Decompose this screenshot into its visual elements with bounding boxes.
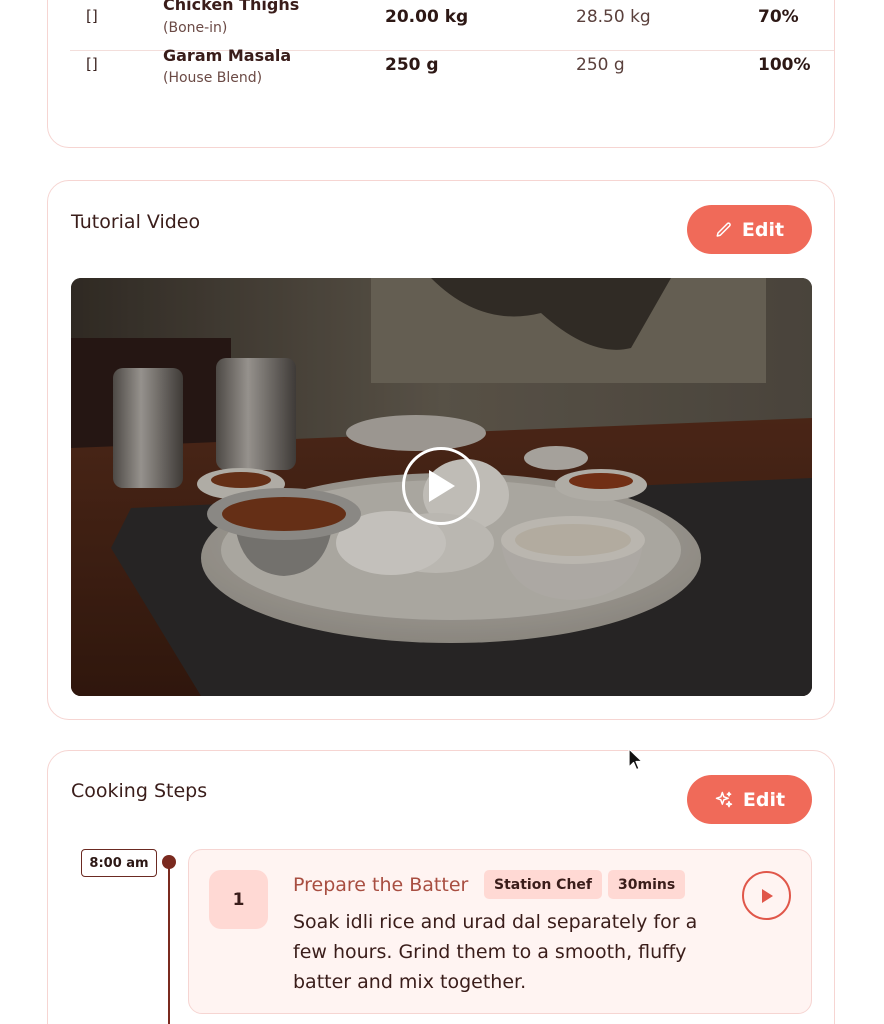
mouse-cursor-icon [628, 748, 643, 771]
timeline-line [168, 865, 170, 1024]
ingredient-planned-qty: 250 g [385, 55, 439, 75]
ingredient-row: [] Garam Masala (House Blend) 250 g 250 … [70, 46, 834, 149]
pencil-icon [716, 221, 731, 237]
steps-edit-label: Edit [742, 788, 786, 811]
ingredient-percent: 100% [758, 55, 811, 75]
tutorial-video[interactable] [71, 278, 812, 696]
step-duration-tag: 30mins [608, 870, 686, 899]
ingredient-checkbox[interactable]: [] [86, 55, 98, 73]
ingredient-name: Chicken Thighs [163, 0, 300, 14]
tutorial-title: Tutorial Video [71, 211, 201, 233]
step-description: Soak idli rice and urad dal separately f… [293, 911, 698, 993]
tutorial-video-card: Tutorial Video Edit [47, 180, 835, 720]
ingredient-note: (Bone-in) [163, 20, 228, 36]
steps-edit-button[interactable]: Edit [687, 775, 812, 824]
ingredient-row: [] Chicken Thighs (Bone-in) 20.00 kg 28.… [70, 0, 834, 51]
step-time-badge: 8:00 am [81, 849, 157, 877]
ingredient-planned-qty: 20.00 kg [385, 7, 469, 27]
step-play-button[interactable] [742, 871, 791, 920]
step-role-tag: Station Chef [484, 870, 602, 899]
play-icon [761, 888, 773, 903]
ingredient-actual-qty: 250 g [576, 55, 625, 75]
ingredient-checkbox[interactable]: [] [86, 7, 98, 25]
step-title: Prepare the Batter [293, 874, 469, 896]
video-play-button[interactable] [402, 447, 480, 525]
ingredient-percent: 70% [758, 7, 799, 27]
tutorial-edit-button[interactable]: Edit [687, 205, 812, 254]
step-number: 1 [209, 870, 268, 929]
step-item: 1 Prepare the Batter Station Chef 30mins… [188, 849, 812, 1014]
tutorial-edit-label: Edit [741, 218, 785, 241]
ingredient-actual-qty: 28.50 kg [576, 7, 651, 27]
steps-title: Cooking Steps [71, 780, 208, 802]
cooking-steps-card: Cooking Steps Edit 8:00 am 1 Prepare the… [47, 750, 835, 1024]
play-icon [429, 470, 455, 502]
sparkle-icon [715, 791, 733, 807]
ingredient-note: (House Blend) [163, 70, 263, 86]
ingredients-card: [] Chicken Thighs (Bone-in) 20.00 kg 28.… [47, 0, 835, 148]
ingredient-name: Garam Masala [163, 46, 292, 65]
